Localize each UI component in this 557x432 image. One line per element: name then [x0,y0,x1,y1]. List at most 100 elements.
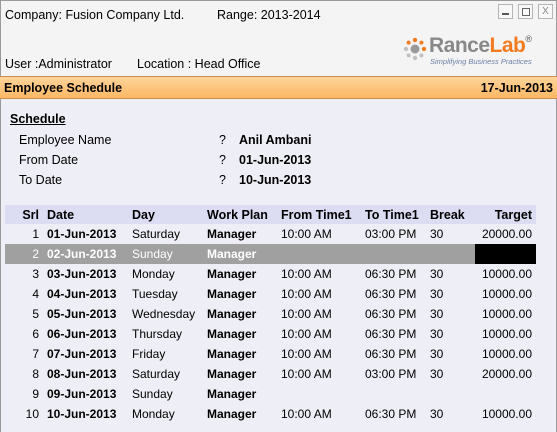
cell-break: 30 [430,347,444,361]
col-from-time: From Time1 [281,205,365,224]
cell-day: Tuesday [132,287,178,301]
from-date-lookup[interactable]: ? [219,153,226,167]
cell-from-time: 10:00 AM [281,367,332,381]
from-date-label: From Date [19,153,79,167]
col-srl: Srl [5,205,41,224]
cell-to-time: 06:30 PM [365,307,417,321]
logo-tagline: Simplifying Business Practices [430,57,532,66]
cell-work-plan: Manager [207,347,257,361]
cell-srl: 2 [5,244,41,264]
cell-date: 08-Jun-2013 [47,367,117,381]
cell-srl: 8 [32,367,39,381]
cell-to-time: 06:30 PM [365,407,417,421]
cell-target: 20000.00 [481,227,532,241]
table-row[interactable]: 10 10-Jun-2013 Monday Manager 10:00 AM 06:30 … [5,404,536,424]
rancelab-logo: RanceLab® Simplifying Business Practices [403,34,555,71]
cell-to-time: 03:00 PM [365,227,417,241]
from-date-value: 01-Jun-2013 [239,153,312,167]
cell-from-time: 10:00 AM [281,327,332,341]
cell-day: Sunday [132,244,207,264]
table-header-row: Srl Date Day Work Plan From Time1 To Tim… [5,205,536,224]
cell-to-time [365,384,430,404]
table-row[interactable]: 4 04-Jun-2013 Tuesday Manager 10:00 AM 06:30 … [5,284,536,304]
cell-date: 07-Jun-2013 [47,347,117,361]
logo-name-part2: Lab [489,34,526,57]
table-row[interactable]: 1 01-Jun-2013 Saturday Manager 10:00 AM 03:00… [5,224,536,244]
col-target: Target [475,205,536,224]
cell-target [475,384,536,404]
cell-work-plan: Manager [207,267,257,281]
to-date-lookup[interactable]: ? [219,173,226,187]
cell-break: 30 [430,327,444,341]
cell-date: 05-Jun-2013 [47,307,117,321]
cell-date: 09-Jun-2013 [47,387,117,401]
table-row[interactable]: 7 07-Jun-2013 Friday Manager 10:00 AM 06:30 P… [5,344,536,364]
cell-break [430,244,475,264]
col-work-plan: Work Plan [207,205,281,224]
cell-work-plan: Manager [207,227,257,241]
cell-day: Thursday [132,327,183,341]
cell-target: 10000.00 [481,407,532,421]
cell-date: 06-Jun-2013 [47,327,117,341]
cell-date: 04-Jun-2013 [47,287,117,301]
cell-from-time: 10:00 AM [281,287,332,301]
cell-target [475,244,536,264]
cell-work-plan: Manager [207,387,257,401]
cell-break: 30 [430,267,444,281]
cell-day: Friday [132,347,166,361]
logo-registered-mark: ® [525,34,532,44]
cell-from-time [281,244,365,264]
employee-name-lookup[interactable]: ? [219,133,226,147]
cell-work-plan: Manager [207,244,281,264]
report-content: Schedule Employee Name ? Anil Ambani Fro… [0,99,557,432]
cell-srl: 7 [32,347,39,361]
cell-target: 20000.00 [481,367,532,381]
col-to-time: To Time1 [365,205,430,224]
cell-to-time: 06:30 PM [365,347,417,361]
cell-srl: 1 [32,227,39,241]
cell-from-time: 10:00 AM [281,267,332,281]
logo-name-part1: Rance [429,34,490,57]
cell-srl: 4 [32,287,39,301]
cell-target: 10000.00 [481,327,532,341]
maximize-button[interactable] [518,4,533,19]
cell-day: Sunday [132,387,173,401]
employee-name-label: Employee Name [19,133,112,147]
logo-wordmark: RanceLab® [429,34,532,58]
cell-work-plan: Manager [207,287,257,301]
table-row[interactable]: 2 02-Jun-2013 Sunday Manager [5,244,536,264]
table-row[interactable]: 5 05-Jun-2013 Wednesday Manager 10:00 AM 06:3… [5,304,536,324]
table-row[interactable]: 3 03-Jun-2013 Monday Manager 10:00 AM 06:30 P… [5,264,536,284]
cell-date: 02-Jun-2013 [41,244,132,264]
close-button[interactable]: X [538,4,553,19]
cell-day: Saturday [132,367,181,381]
range-label: Range: 2013-2014 [217,8,321,22]
app-header: Company: Fusion Company Ltd. Range: 2013… [0,0,557,77]
cell-break: 30 [430,227,444,241]
cell-from-time: 10:00 AM [281,347,332,361]
table-row[interactable]: 8 08-Jun-2013 Saturday Manager 10:00 AM 03:00… [5,364,536,384]
cell-break: 30 [430,367,444,381]
cell-work-plan: Manager [207,327,257,341]
cell-srl: 10 [25,407,39,421]
schedule-heading: Schedule [10,112,66,126]
cell-srl: 3 [32,267,39,281]
cell-target: 10000.00 [481,267,532,281]
cell-target: 10000.00 [481,307,532,321]
employee-name-value: Anil Ambani [239,133,312,147]
location-label: Location : Head Office [137,57,261,71]
cell-to-time: 03:00 PM [365,367,417,381]
cell-target: 10000.00 [481,287,532,301]
table-row[interactable]: 6 06-Jun-2013 Thursday Manager 10:00 AM 06:30… [5,324,536,344]
cell-date: 10-Jun-2013 [47,407,117,421]
cell-from-time: 10:00 AM [281,307,332,321]
cell-srl: 6 [32,327,39,341]
cell-to-time: 06:30 PM [365,327,417,341]
gear-icon [403,37,427,61]
table-row[interactable]: 9 09-Jun-2013 Sunday Manager [5,384,536,404]
cell-break: 30 [430,287,444,301]
to-date-label: To Date [19,173,63,187]
minimize-button[interactable] [498,4,513,19]
cell-srl: 9 [32,387,39,401]
cell-day: Monday [132,267,175,281]
